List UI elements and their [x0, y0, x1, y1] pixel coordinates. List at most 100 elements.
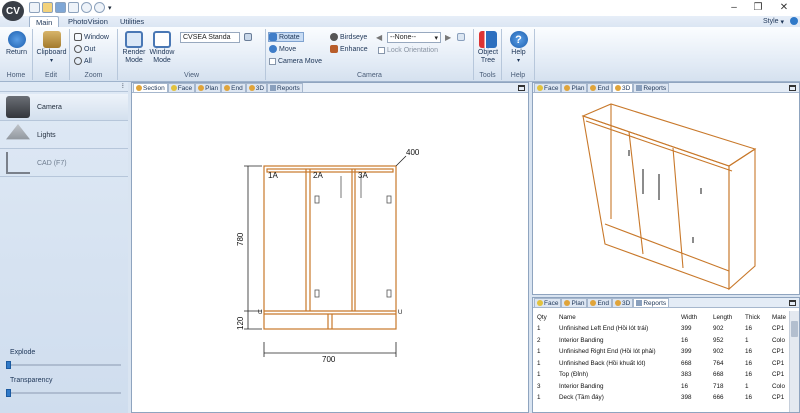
- table-cell: 902: [713, 348, 724, 356]
- section-drawing: 400 780 120 700 1A 2A 3A U U: [236, 148, 420, 364]
- tab-reports-reportpane-label: Reports: [643, 299, 667, 307]
- lock-orientation-checkbox[interactable]: Lock Orientation: [378, 45, 438, 55]
- return-icon: [7, 31, 26, 48]
- maximize-pane-icon[interactable]: [518, 85, 525, 91]
- save-icon[interactable]: [55, 2, 66, 13]
- sidebar-menu-icon[interactable]: ⁝: [122, 82, 124, 90]
- zoom-out-button[interactable]: Out: [74, 44, 95, 54]
- explode-slider[interactable]: [6, 361, 121, 369]
- tab-utilities[interactable]: Utilities: [114, 16, 150, 27]
- table-cell: Colo: [772, 382, 785, 390]
- restore-icon[interactable]: ❐: [746, 0, 770, 14]
- sidebar-item-camera[interactable]: Camera: [0, 94, 128, 121]
- tab-section[interactable]: Section: [133, 83, 168, 92]
- transparency-slider[interactable]: [6, 389, 121, 397]
- marker-left: U: [258, 310, 262, 316]
- zoom-window-button[interactable]: Window: [74, 32, 109, 42]
- camera-preset-combo[interactable]: --None-- ▾: [387, 32, 441, 43]
- enhance-button[interactable]: Enhance: [330, 44, 368, 54]
- return-button[interactable]: Return: [3, 31, 30, 57]
- object-tree-button[interactable]: Object Tree: [475, 31, 501, 65]
- camera-next-icon[interactable]: ▶: [445, 33, 451, 42]
- tab-3d-3dpane[interactable]: 3D: [612, 83, 634, 92]
- maximize-reports-pane-icon[interactable]: [789, 300, 796, 306]
- tab-plan-label: Plan: [205, 84, 219, 92]
- report-column-header[interactable]: Name: [555, 311, 677, 323]
- lock-orientation-check: [378, 46, 385, 54]
- redo-icon[interactable]: [94, 2, 105, 13]
- tab-face[interactable]: Face: [167, 83, 196, 92]
- 3d-cabinet-view: [581, 103, 757, 291]
- camera-move-checkbox[interactable]: Camera Move: [269, 56, 322, 66]
- group-view: Render Mode Window Mode CVSEA Standa Vie…: [118, 29, 266, 80]
- group-camera-label: Camera: [357, 72, 382, 79]
- tab-end-3dpane[interactable]: End: [587, 83, 613, 92]
- render-mode-icon: [125, 31, 143, 48]
- undo-icon[interactable]: [81, 2, 92, 13]
- zoom-all-button[interactable]: All: [74, 56, 92, 66]
- close-icon[interactable]: ✕: [772, 0, 796, 14]
- report-column-header[interactable]: Length: [709, 311, 741, 323]
- clipboard-button[interactable]: Clipboard ▾: [35, 31, 68, 65]
- report-column-header[interactable]: Thick: [741, 311, 768, 323]
- cabinet-deck: [604, 223, 730, 272]
- tab-plan-reportpane[interactable]: Plan: [561, 298, 588, 307]
- rotate-button[interactable]: Rotate: [268, 32, 304, 42]
- tab-end-reportpane[interactable]: End: [587, 298, 613, 307]
- reports-pane-tabs: Face Plan End 3D Reports: [533, 298, 799, 308]
- tab-main[interactable]: Main: [29, 16, 60, 27]
- report-scrollbar-thumb[interactable]: [791, 321, 798, 337]
- birdseye-button[interactable]: Birdseye: [330, 32, 367, 42]
- tab-end[interactable]: End: [221, 83, 246, 92]
- sidebar-item-lights[interactable]: Lights: [0, 122, 128, 149]
- table-row[interactable]: 1 Unfinished Right End (Hồi lót phải) 399 9…: [533, 346, 791, 358]
- tab-plan-3dpane[interactable]: Plan: [561, 83, 588, 92]
- window-mode-button[interactable]: Window Mode: [148, 31, 176, 65]
- table-cell: CP1: [772, 394, 785, 402]
- move-button[interactable]: Move: [269, 44, 296, 54]
- sidebar-item-cad[interactable]: CAD (F7): [0, 150, 128, 177]
- camera-prev-icon[interactable]: ◀: [376, 33, 382, 42]
- camera-save-icon[interactable]: [457, 33, 465, 41]
- tab-face-label: Face: [177, 84, 193, 92]
- table-row[interactable]: 1 Unfinished Back (Hồi khuất lót) 668 764 16…: [533, 358, 791, 370]
- tab-3d[interactable]: 3D: [245, 83, 268, 92]
- transparency-slider-thumb[interactable]: [6, 389, 11, 397]
- report-scrollbar[interactable]: [789, 311, 799, 412]
- tab-3d-reportpane[interactable]: 3D: [612, 298, 634, 307]
- report-column-header[interactable]: Width: [677, 311, 709, 323]
- tab-reports-3dpane[interactable]: Reports: [633, 83, 670, 92]
- table-row[interactable]: 3 Interior Banding 16 718 1 Colo: [533, 381, 791, 393]
- dropdown-icon[interactable]: ▾: [108, 4, 112, 12]
- style-menu[interactable]: Style ▾: [763, 16, 784, 27]
- tab-reports-reportpane[interactable]: Reports: [633, 298, 670, 307]
- table-row[interactable]: 1 Top (Đỉnh) 383 668 16 CP1: [533, 369, 791, 381]
- new-icon[interactable]: [29, 2, 40, 13]
- view-settings-icon[interactable]: [244, 33, 252, 41]
- table-row[interactable]: 1 Unfinished Left End (Hồi lót trái) 399 90…: [533, 323, 791, 335]
- minimize-icon[interactable]: –: [722, 0, 746, 14]
- print-icon[interactable]: [68, 2, 79, 13]
- tab-reports[interactable]: Reports: [267, 83, 303, 92]
- cad-icon: [6, 152, 30, 174]
- app-logo[interactable]: CV: [2, 1, 24, 21]
- render-mode-button[interactable]: Render Mode: [121, 31, 147, 65]
- return-label: Return: [5, 49, 27, 56]
- table-row[interactable]: 1 Deck (Tầm đáy) 398 666 16 CP1: [533, 392, 791, 404]
- rotate-label: Rotate: [279, 33, 300, 41]
- tab-photovision[interactable]: PhotoVision: [62, 16, 114, 27]
- enhance-icon: [330, 45, 338, 53]
- table-row[interactable]: 2 Interior Banding 16 952 1 Colo: [533, 335, 791, 347]
- explode-slider-thumb[interactable]: [6, 361, 11, 369]
- table-cell: CP1: [772, 371, 785, 379]
- tab-plan[interactable]: Plan: [195, 83, 222, 92]
- report-column-header[interactable]: Qty: [533, 311, 555, 323]
- tab-face-reportpane[interactable]: Face: [534, 298, 562, 307]
- report-column-header[interactable]: Mate: [768, 311, 791, 323]
- tab-face-3dpane[interactable]: Face: [534, 83, 562, 92]
- view-style-combo[interactable]: CVSEA Standa: [180, 32, 240, 43]
- help-button[interactable]: ? Help ▾: [505, 31, 532, 65]
- maximize-3d-pane-icon[interactable]: [789, 85, 796, 91]
- open-icon[interactable]: [42, 2, 53, 13]
- help-icon[interactable]: [790, 17, 798, 25]
